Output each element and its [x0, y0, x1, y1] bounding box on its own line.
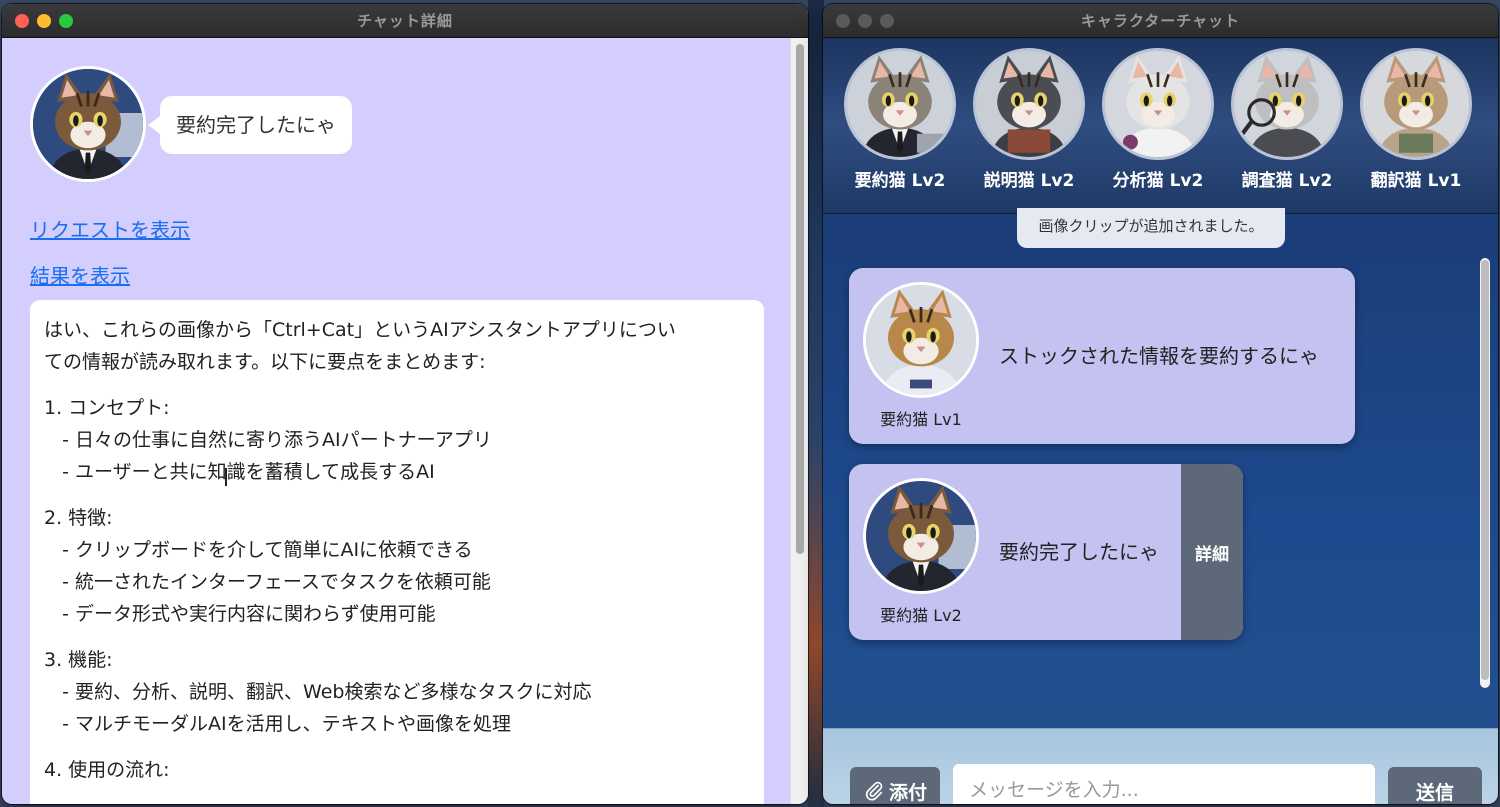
scrollbar-thumb[interactable] — [796, 44, 804, 554]
chat-message-area: 画像クリップが追加されました。 要約猫 Lv1 ストックされた情報を要約するにゃ — [823, 208, 1498, 728]
character-research-cat[interactable]: 調査猫 Lv2 — [1228, 48, 1346, 191]
message-text: 要約完了したにゃ — [999, 540, 1159, 564]
titlebar: チャット詳細 — [2, 4, 808, 38]
result-line: - データ形式や実行内容に関わらず使用可能 — [44, 603, 436, 625]
desktop-background — [808, 0, 824, 807]
vertical-scrollbar[interactable] — [1480, 258, 1490, 688]
character-analysis-cat[interactable]: 分析猫 Lv2 — [1099, 48, 1217, 191]
scrollbar-thumb[interactable] — [1481, 260, 1489, 680]
result-line: 3. 機能: — [44, 649, 113, 671]
message-text: ストックされた情報を要約するにゃ — [999, 344, 1319, 368]
translate-cat-icon — [1363, 51, 1469, 157]
speech-bubble: 要約完了したにゃ — [148, 96, 352, 154]
chat-message-card: 要約猫 Lv2 要約完了したにゃ 詳細 — [849, 464, 1243, 640]
character-translate-cat[interactable]: 翻訳猫 Lv1 — [1357, 48, 1475, 191]
character-name: 要約猫 Lv2 — [854, 171, 946, 191]
character-name: 調査猫 Lv2 — [1241, 171, 1333, 191]
titlebar: キャラクターチャット — [823, 4, 1498, 38]
character-explain-cat[interactable]: 説明猫 Lv2 — [970, 48, 1088, 191]
message-input[interactable] — [953, 764, 1375, 804]
summary-cat-lv1-icon — [866, 285, 976, 395]
result-line: 2. 特徴: — [44, 507, 113, 529]
vertical-scrollbar[interactable] — [790, 38, 808, 804]
attach-button[interactable]: 添付 — [850, 767, 940, 804]
summary-cat-icon — [847, 51, 953, 157]
result-line: - 日々の仕事に自然に寄り添うAIパートナーアプリ — [44, 429, 492, 451]
chat-message-card: 要約猫 Lv1 ストックされた情報を要約するにゃ — [849, 268, 1355, 444]
detail-button[interactable]: 詳細 — [1181, 464, 1243, 640]
result-line: 1. コンセプト: — [44, 397, 170, 419]
analysis-cat-icon — [1105, 51, 1211, 157]
window-title: キャラクターチャット — [1080, 12, 1241, 30]
result-line: - 要約、分析、説明、翻訳、Web検索など多様なタスクに対応 — [44, 681, 592, 703]
summary-cat-lv2-avatar — [30, 66, 146, 182]
result-line: - ユーザーと共に知識を蓄積して成長するAI — [44, 461, 435, 483]
summary-cat-lv2-icon — [866, 481, 976, 591]
sender-name: 要約猫 Lv1 — [880, 410, 962, 429]
paperclip-icon — [865, 781, 883, 801]
system-message: 画像クリップが追加されました。 — [1017, 208, 1285, 248]
character-summary-cat[interactable]: 要約猫 Lv2 — [841, 48, 959, 191]
character-name: 説明猫 Lv2 — [983, 171, 1075, 191]
explain-cat-icon — [976, 51, 1082, 157]
sender-name: 要約猫 Lv2 — [880, 606, 962, 625]
result-line: - 統一されたインターフェースでタスクを依頼可能 — [44, 571, 491, 593]
result-line: - クリップボードを介して簡単にAIに依頼できる — [44, 539, 473, 561]
result-line: ての情報が読み取れます。以下に要点をまとめます: — [44, 351, 486, 373]
message-input-bar: 添付 送信 — [823, 728, 1498, 804]
character-chat-window: キャラクターチャット 要約猫 Lv2 説明猫 Lv2 分析猫 Lv2 調査猫 L… — [823, 4, 1498, 804]
character-avatar — [973, 48, 1085, 160]
character-avatar — [1231, 48, 1343, 160]
window-title: チャット詳細 — [357, 12, 453, 30]
chat-detail-body: 要約完了したにゃ リクエストを表示 結果を表示 はい、これらの画像から「Ctrl… — [2, 38, 808, 804]
sender-avatar — [863, 282, 979, 398]
result-text-panel[interactable]: はい、これらの画像から「Ctrl+Cat」というAIアシスタントアプリについ て… — [30, 300, 764, 804]
chat-detail-window: チャット詳細 要約完了したにゃ リクエストを表示 結果を表示 はい、これらの画像… — [2, 4, 808, 804]
character-name: 分析猫 Lv2 — [1112, 171, 1204, 191]
text-cursor-icon — [225, 468, 227, 486]
cat-avatar-icon — [33, 69, 143, 179]
result-line: - マルチモーダルAIを活用し、テキストや画像を処理 — [44, 713, 512, 735]
sender-avatar — [863, 478, 979, 594]
result-line: 4. 使用の流れ: — [44, 759, 170, 781]
send-button[interactable]: 送信 — [1388, 767, 1482, 804]
research-cat-icon — [1234, 51, 1340, 157]
show-result-link[interactable]: 結果を表示 — [30, 260, 130, 289]
character-avatar — [844, 48, 956, 160]
character-name: 翻訳猫 Lv1 — [1370, 171, 1462, 191]
character-selector: 要約猫 Lv2 説明猫 Lv2 分析猫 Lv2 調査猫 Lv2 翻訳猫 Lv1 — [823, 38, 1498, 214]
character-avatar — [1102, 48, 1214, 160]
attach-label: 添付 — [888, 781, 927, 804]
result-line: はい、これらの画像から「Ctrl+Cat」というAIアシスタントアプリについ — [44, 319, 676, 341]
show-request-link[interactable]: リクエストを表示 — [30, 214, 190, 243]
character-avatar — [1360, 48, 1472, 160]
